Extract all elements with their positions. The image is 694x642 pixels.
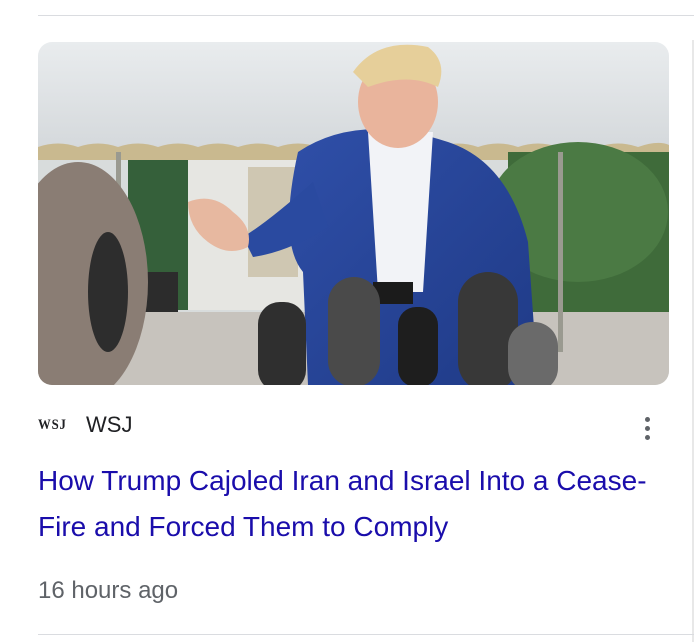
article-thumbnail[interactable] (38, 42, 669, 385)
news-card-page: WSJ WSJ How Trump Cajoled Iran and Israe… (0, 0, 694, 642)
top-divider (38, 15, 694, 16)
more-dot (644, 434, 650, 440)
source-logo: WSJ (38, 416, 67, 433)
source-row: WSJ WSJ (38, 408, 669, 442)
more-dot (644, 425, 650, 431)
bottom-divider (38, 634, 694, 635)
article-timestamp: 16 hours ago (38, 577, 179, 604)
article-headline-link[interactable]: How Trump Cajoled Iran and Israel Into a… (38, 458, 658, 550)
source-name[interactable]: WSJ (86, 412, 132, 438)
more-dot (644, 416, 650, 422)
thumbnail-illustration (38, 42, 669, 385)
more-vert-icon[interactable] (635, 414, 659, 442)
